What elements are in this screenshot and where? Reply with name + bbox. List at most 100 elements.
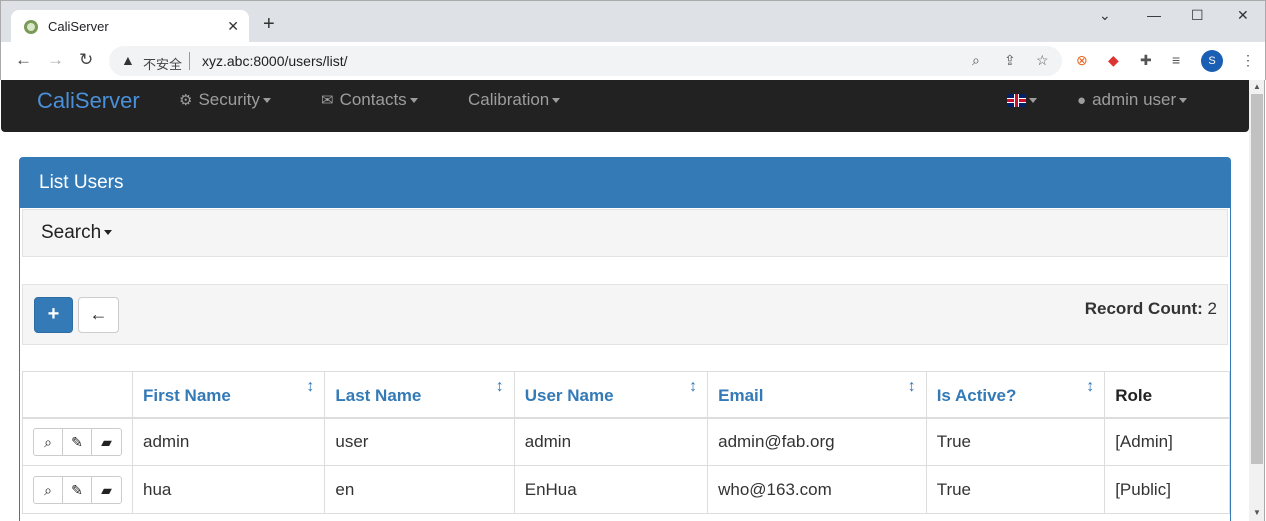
reload-icon[interactable]: ↻ [79,51,93,69]
delete-eraser-icon[interactable]: ▰ [92,477,121,503]
header-first-name[interactable]: First Name ↕ [131,371,326,419]
panel-title: List Users [20,158,1230,208]
caret-down-icon [262,97,271,103]
nav-security[interactable]: ⚙ Security [179,90,271,110]
close-window-icon[interactable]: ✕ [1237,7,1249,24]
scroll-up-icon[interactable]: ▲ [1253,82,1261,91]
actions-header [22,371,133,419]
maximize-icon[interactable]: ☐ [1191,7,1204,24]
nav-calibration[interactable]: Calibration [468,90,561,110]
table-header-row: First Name ↕ Last Name ↕ User Name ↕ Email ↕… [22,371,1230,419]
vertical-scrollbar[interactable]: ▲ ▼ [1249,80,1265,521]
caret-down-icon [409,97,418,103]
header-is-active-link[interactable]: Is Active? [937,386,1017,405]
header-role: Role [1104,371,1230,419]
tab-search-chevron-icon[interactable]: ⌄ [1099,7,1111,24]
browser-tab-strip: CaliServer ✕ + ⌄ — ☐ ✕ [0,0,1266,43]
record-count: Record Count: 2 [1085,299,1217,319]
sort-icon[interactable]: ↕ [1086,378,1094,396]
header-last-name-link[interactable]: Last Name [335,386,421,405]
zoom-icon[interactable]: ⌕ [972,52,980,69]
url-text[interactable]: xyz.abc:8000/users/list/ [202,53,348,69]
share-icon[interactable]: ⇪ [1004,52,1016,69]
profile-avatar[interactable]: S [1201,50,1223,72]
browser-tab[interactable]: CaliServer ✕ [11,10,249,43]
user-icon: ● [1077,91,1087,109]
search-label: Search [41,222,102,243]
nav-security-label: Security [198,90,260,109]
cell-first-name: admin [131,417,326,466]
sort-icon[interactable]: ↕ [496,378,504,396]
browser-toolbar: ← → ↻ ▲ 不安全 xyz.abc:8000/users/list/ ⌕ ⇪… [0,42,1266,80]
envelope-icon: ✉ [321,92,334,109]
delete-eraser-icon[interactable]: ▰ [92,429,121,455]
extension-orange-icon[interactable]: ⊗ [1076,52,1088,69]
cell-is-active: True [925,417,1106,466]
record-count-value: 2 [1207,299,1217,318]
gears-icon: ⚙ [179,92,193,109]
sort-icon[interactable]: ↕ [689,378,697,396]
users-table: First Name ↕ Last Name ↕ User Name ↕ Email ↕… [22,371,1230,514]
header-first-name-link[interactable]: First Name [143,386,231,405]
bookmark-star-icon[interactable]: ☆ [1036,52,1049,69]
page-viewport: CaliServer ⚙ Security ✉ Contacts Calibra… [1,80,1249,521]
language-selector[interactable] [1007,94,1037,107]
cell-first-name: hua [131,465,326,514]
header-email-link[interactable]: Email [718,386,763,405]
cell-is-active: True [925,465,1106,514]
forward-arrow-icon[interactable]: → [47,51,64,69]
minimize-icon[interactable]: — [1147,7,1161,23]
close-tab-icon[interactable]: ✕ [227,18,239,35]
new-tab-icon[interactable]: + [263,14,275,34]
search-toggle[interactable]: Search [22,209,1228,257]
header-user-name-link[interactable]: User Name [525,386,614,405]
row-actions: ⌕ ✎ ▰ [22,417,133,466]
scrollbar-thumb[interactable] [1251,94,1263,464]
warning-icon[interactable]: ▲ [121,52,135,68]
header-email[interactable]: Email ↕ [707,371,927,419]
extensions-puzzle-icon[interactable]: ✚ [1140,52,1152,69]
caret-down-icon [552,97,561,103]
add-user-button[interactable]: + [34,297,73,333]
nav-contacts[interactable]: ✉ Contacts [321,90,418,110]
cell-role: [Admin] [1104,417,1230,466]
header-user-name[interactable]: User Name ↕ [513,371,709,419]
address-bar[interactable]: ▲ 不安全 xyz.abc:8000/users/list/ ⌕ ⇪ ☆ [109,46,1062,76]
edit-pencil-icon[interactable]: ✎ [63,428,92,455]
header-last-name[interactable]: Last Name ↕ [324,371,515,419]
view-magnifier-icon[interactable]: ⌕ [34,476,63,503]
cell-last-name: user [324,417,515,466]
browser-menu-icon[interactable]: ⋮ [1241,52,1255,69]
view-magnifier-icon[interactable]: ⌕ [34,428,63,455]
user-menu[interactable]: ● admin user [1077,90,1188,110]
record-count-label: Record Count: [1084,299,1203,318]
row-actions: ⌕ ✎ ▰ [22,465,133,514]
back-arrow-icon[interactable]: ← [15,51,32,69]
cell-role: [Public] [1104,465,1230,514]
action-bar: + ← Record Count: 2 [22,284,1228,345]
row-action-group: ⌕ ✎ ▰ [33,427,122,456]
user-menu-label: admin user [1092,90,1177,109]
insecure-label: 不安全 [143,57,183,72]
nav-calibration-label: Calibration [468,90,550,109]
back-button[interactable]: ← [78,297,119,333]
cell-email: admin@fab.org [707,417,927,466]
brand-link[interactable]: CaliServer [37,88,140,114]
table-row: ⌕ ✎ ▰ admin user admin admin@fab.org Tru… [22,417,1230,466]
row-action-group: ⌕ ✎ ▰ [33,475,122,504]
sort-icon[interactable]: ↕ [908,378,916,396]
sort-icon[interactable]: ↕ [306,378,314,396]
edit-pencil-icon[interactable]: ✎ [63,476,92,503]
caret-down-icon [1179,97,1188,103]
cell-user-name: EnHua [513,465,709,514]
media-playlist-icon[interactable]: ≡ [1172,52,1180,68]
address-separator [189,52,190,70]
table-row: ⌕ ✎ ▰ hua en EnHua who@163.com True [Pub… [22,465,1230,514]
list-users-panel: List Users Search + ← Record Count: 2 Fi… [19,157,1231,521]
scroll-down-icon[interactable]: ▼ [1253,508,1261,517]
header-is-active[interactable]: Is Active? ↕ [925,371,1106,419]
nav-contacts-label: Contacts [339,90,407,109]
top-navbar: CaliServer ⚙ Security ✉ Contacts Calibra… [1,80,1249,132]
uk-flag-icon [1007,94,1026,107]
extension-dice-icon[interactable]: ◆ [1108,52,1119,69]
